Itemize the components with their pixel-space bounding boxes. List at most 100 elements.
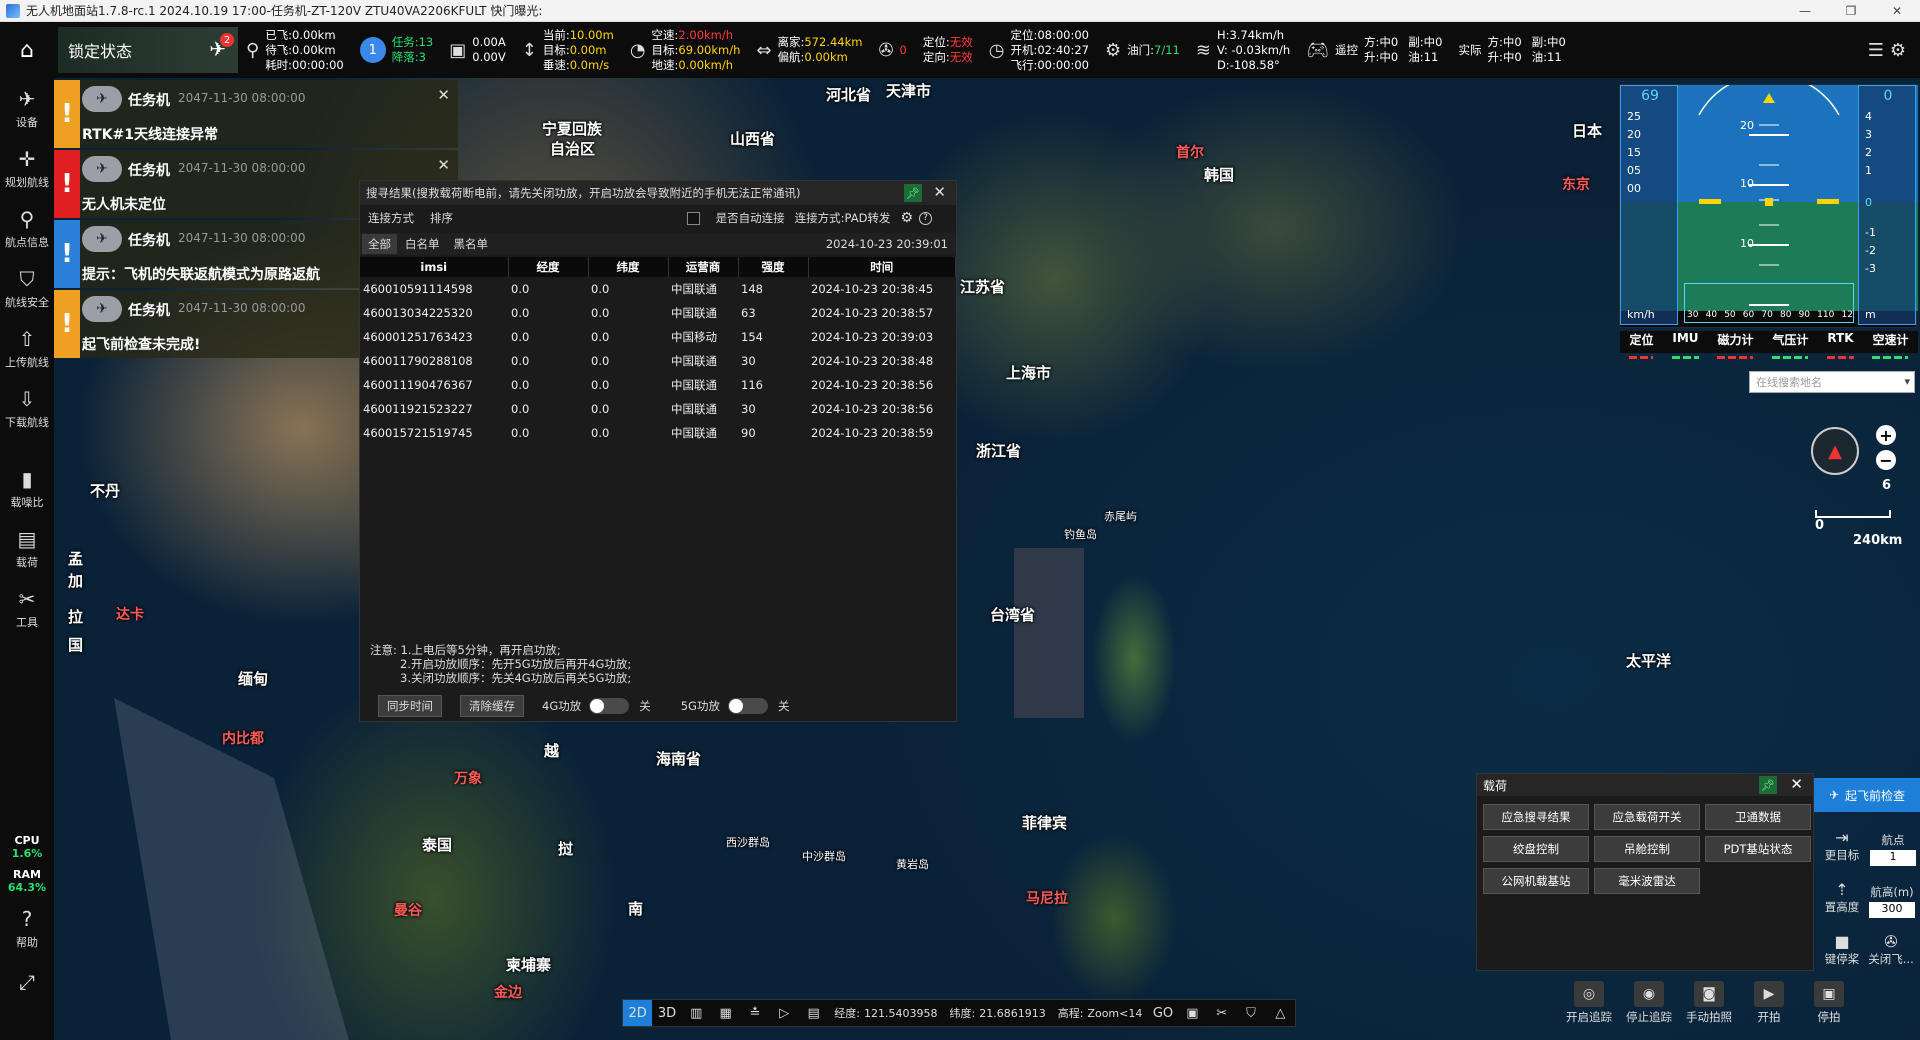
capital-label: 曼谷 bbox=[394, 903, 422, 919]
set-altitude-button[interactable]: ⇡ 置高度 bbox=[1814, 880, 1870, 915]
sort-button[interactable]: 排序 bbox=[430, 210, 453, 226]
help-circle-icon[interactable]: ? bbox=[919, 211, 932, 225]
manual-photo-button[interactable]: ◙ 手动拍照 bbox=[1679, 981, 1739, 1025]
col-latitude[interactable]: 纬度 bbox=[588, 257, 669, 277]
clear-cache-button[interactable]: 清除缓存 bbox=[460, 695, 524, 717]
play-icon[interactable]: ▷ bbox=[770, 1000, 799, 1026]
place-label: 菲律宾 bbox=[1022, 814, 1068, 832]
public-airborne-station-button[interactable]: 公网机载基站 bbox=[1483, 868, 1589, 894]
layers-icon[interactable]: ≛ bbox=[740, 1000, 769, 1026]
table-cell: 30 bbox=[741, 354, 756, 368]
sidebar-item-snr[interactable]: ▮ 载噪比 bbox=[0, 458, 54, 518]
panel-header[interactable]: 搜寻结果(搜救载荷断电前，请先关闭功放，开启功放会导致附近的手机无法正常通讯) … bbox=[360, 181, 956, 205]
zoom-in-button[interactable]: + bbox=[1876, 425, 1896, 445]
fullscreen-button[interactable]: ⤢ bbox=[0, 958, 54, 1008]
shield-icon[interactable]: ⛉ bbox=[1236, 1000, 1265, 1026]
col-carrier[interactable]: 运营商 bbox=[668, 257, 739, 277]
sidebar-item-help[interactable]: ? 帮助 bbox=[0, 898, 54, 958]
alt-tick: 4 bbox=[1865, 110, 1872, 123]
start-shoot-button[interactable]: ▶ 开拍 bbox=[1739, 981, 1799, 1025]
table-row[interactable]: 460001251763423 0.0 0.0 中国移动 154 2024-10-23 2… bbox=[360, 325, 956, 349]
lock-state-panel[interactable]: 锁定状态 ✈ 2 bbox=[58, 27, 238, 73]
gear-icon[interactable]: ⚙ bbox=[1890, 41, 1906, 59]
table-row[interactable]: 460010591114598 0.0 0.0 中国联通 148 2024-10-23 2… bbox=[360, 277, 956, 301]
mmwave-radar-button[interactable]: 毫米波雷达 bbox=[1594, 868, 1700, 894]
preflight-check-button[interactable]: ✈ 起飞前检查 bbox=[1814, 778, 1920, 812]
panel-title: 搜寻结果(搜救载荷断电前，请先关闭功放，开启功放会导致附近的手机无法正常通讯) bbox=[366, 186, 801, 200]
view-3d-button[interactable]: 3D bbox=[652, 1000, 681, 1026]
plan-route-icon: ✛ bbox=[18, 146, 36, 171]
sidebar-item-plan-route[interactable]: ✛ 规划航线 bbox=[0, 138, 54, 198]
sidebar-item-route-safety[interactable]: ⛉ 航线安全 bbox=[0, 258, 54, 318]
satcom-data-button[interactable]: 卫通数据 bbox=[1705, 804, 1811, 830]
start-tracking-button[interactable]: ◎ 开启追踪 bbox=[1559, 981, 1619, 1025]
close-payload-button[interactable]: ✕ bbox=[1790, 775, 1803, 793]
close-fly-button[interactable]: ✇ 关闭飞... bbox=[1862, 932, 1920, 967]
winch-control-button[interactable]: 绞盘控制 bbox=[1483, 836, 1589, 862]
gimbal-control-button[interactable]: 吊舱控制 bbox=[1594, 836, 1700, 862]
split-view-icon[interactable]: ▥ bbox=[682, 1000, 711, 1026]
auto-connect-checkbox[interactable] bbox=[686, 211, 700, 225]
capital-label: 内比都 bbox=[222, 731, 264, 747]
minimize-button[interactable]: — bbox=[1782, 0, 1828, 22]
place-search-input[interactable]: 在线搜索地名 bbox=[1749, 371, 1915, 393]
sync-time-button[interactable]: 同步时间 bbox=[378, 695, 442, 717]
warning-triangle-icon[interactable]: △ bbox=[1266, 1000, 1295, 1026]
col-imsi[interactable]: imsi bbox=[360, 257, 509, 277]
amp-5g-toggle[interactable] bbox=[727, 698, 768, 714]
pdt-station-status-button[interactable]: PDT基站状态 bbox=[1705, 836, 1811, 862]
close-window-button[interactable]: ✕ bbox=[1874, 0, 1920, 22]
zoom-out-button[interactable]: − bbox=[1876, 450, 1896, 470]
calendar-icon[interactable]: ▦ bbox=[711, 1000, 740, 1026]
tab-blacklist[interactable]: 黑名单 bbox=[448, 234, 495, 254]
col-longitude[interactable]: 经度 bbox=[508, 257, 589, 277]
altitude-input[interactable]: 300 bbox=[1869, 902, 1915, 918]
drone-avatar-icon: ✈ bbox=[82, 86, 122, 112]
table-cell: 0.0 bbox=[591, 330, 610, 344]
table-row[interactable]: 460015721519745 0.0 0.0 中国联通 90 2024-10-23 20… bbox=[360, 421, 956, 445]
pin-icon[interactable]: 📌︎ bbox=[1759, 776, 1777, 794]
emergency-search-result-button[interactable]: 应急搜寻结果 bbox=[1483, 804, 1589, 830]
settings-gear-icon[interactable]: ⚙ bbox=[900, 210, 913, 226]
sidebar-item-upload-route[interactable]: ⇧ 上传航线 bbox=[0, 318, 54, 378]
home-logo-icon[interactable]: ⌂ bbox=[0, 22, 54, 78]
stop-tracking-button[interactable]: ◉ 停止追踪 bbox=[1619, 981, 1679, 1025]
col-time[interactable]: 时间 bbox=[808, 257, 956, 277]
table-row[interactable]: 460011921523227 0.0 0.0 中国联通 30 2024-10-23 20… bbox=[360, 397, 956, 421]
table-row[interactable]: 460011190476367 0.0 0.0 中国联通 116 2024-10-23 2… bbox=[360, 373, 956, 397]
update-target-button[interactable]: ⇥ 更目标 bbox=[1814, 828, 1870, 863]
tab-whitelist[interactable]: 白名单 bbox=[399, 234, 446, 254]
grid-icon[interactable]: ▤ bbox=[799, 1000, 828, 1026]
tab-all[interactable]: 全部 bbox=[362, 234, 397, 254]
tools-icon[interactable]: ✂ bbox=[1207, 1000, 1236, 1026]
table-cell: 460015721519745 bbox=[363, 426, 473, 440]
stop-shoot-button[interactable]: ▣ 停拍 bbox=[1799, 981, 1859, 1025]
maximize-button[interactable]: ❐ bbox=[1828, 0, 1874, 22]
sidebar-item-device[interactable]: ✈ 设备 bbox=[0, 78, 54, 138]
payload-header[interactable]: 载荷 📌︎ ✕ bbox=[1477, 774, 1813, 796]
sidebar-item-download-route[interactable]: ⇩ 下载航线 bbox=[0, 378, 54, 438]
actual-side: 副:中0 bbox=[1531, 35, 1566, 49]
compass-icon[interactable]: ▲ bbox=[1811, 427, 1859, 475]
table-cell: 0.0 bbox=[591, 426, 610, 440]
close-alert-button[interactable]: ✕ bbox=[437, 156, 450, 174]
briefcase-icon[interactable]: ▣ bbox=[1178, 1000, 1207, 1026]
table-row[interactable]: 460011790288108 0.0 0.0 中国联通 30 2024-10-23 20… bbox=[360, 349, 956, 373]
table-row[interactable]: 460013034225320 0.0 0.0 中国联通 63 2024-10-23 20… bbox=[360, 301, 956, 325]
sidebar-item-waypoint-info[interactable]: ⚲ 航点信息 bbox=[0, 198, 54, 258]
col-strength[interactable]: 强度 bbox=[738, 257, 809, 277]
table-cell: 中国联通 bbox=[671, 426, 717, 440]
go-button[interactable]: GO bbox=[1148, 1000, 1177, 1026]
amp-4g-toggle[interactable] bbox=[589, 698, 630, 714]
sidebar-item-payload[interactable]: ▤ 载荷 bbox=[0, 518, 54, 578]
waypoint-input[interactable]: 1 bbox=[1870, 850, 1916, 866]
emergency-payload-switch-button[interactable]: 应急载荷开关 bbox=[1594, 804, 1700, 830]
sliders-icon[interactable]: ☰ bbox=[1868, 41, 1884, 59]
view-2d-button[interactable]: 2D bbox=[623, 1000, 653, 1026]
close-alert-button[interactable]: ✕ bbox=[437, 86, 450, 104]
sidebar-item-tools[interactable]: ✂ 工具 bbox=[0, 578, 54, 638]
close-panel-button[interactable]: ✕ bbox=[933, 183, 946, 201]
conn-method-button[interactable]: 连接方式 bbox=[368, 210, 414, 226]
pin-icon[interactable]: 📌︎ bbox=[904, 184, 922, 202]
table-cell: 中国联通 bbox=[671, 402, 717, 416]
